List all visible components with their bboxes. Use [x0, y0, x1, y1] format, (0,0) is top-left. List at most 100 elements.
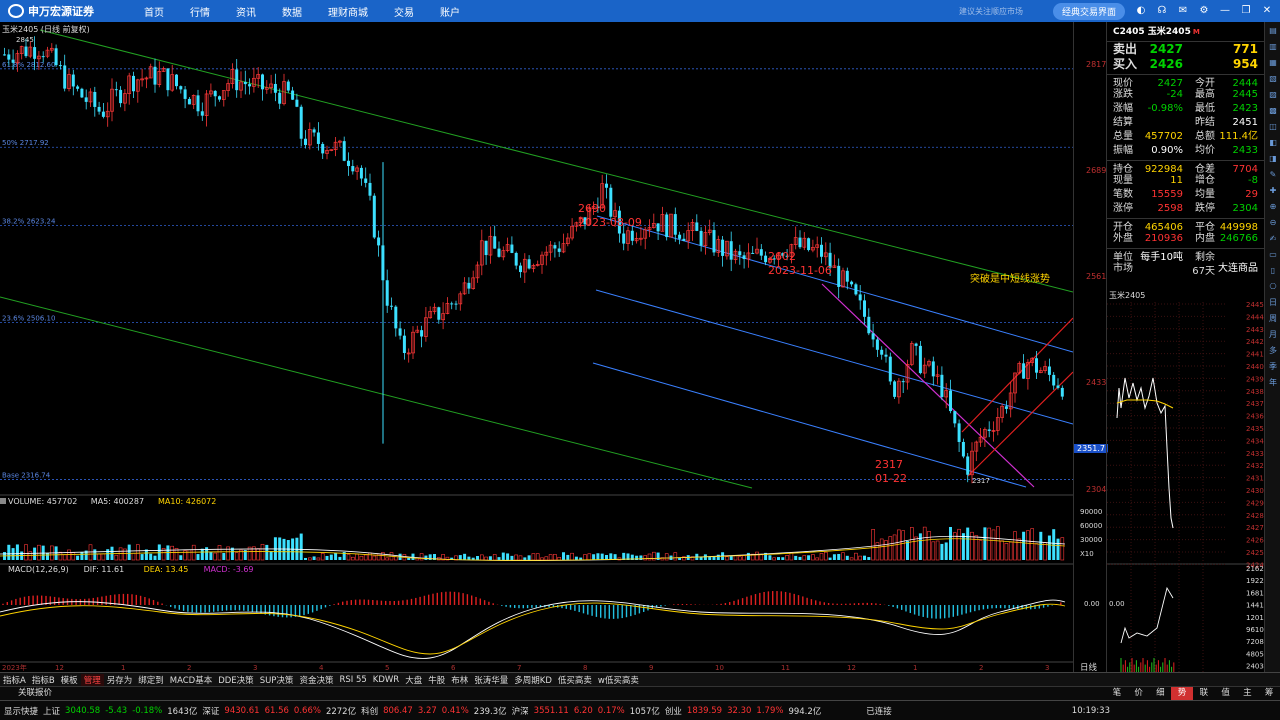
menu-item[interactable]: 资讯	[236, 4, 256, 19]
volume-bar	[350, 556, 355, 561]
quote-value: 15559	[1151, 189, 1183, 200]
candle-body	[742, 255, 746, 260]
mini-price-tick: 2436	[1246, 413, 1264, 421]
tool-icon[interactable]: ⊖	[1266, 216, 1280, 230]
indicator-tab[interactable]: KDWR	[370, 675, 402, 685]
indicator-tab[interactable]: 指标B	[29, 674, 58, 686]
indicator-tab[interactable]: MACD基本	[167, 674, 215, 686]
indicator-tab[interactable]: 绑定到	[135, 674, 167, 686]
indicator-tab[interactable]: DDE决策	[215, 674, 256, 686]
tool-icon[interactable]: ▥	[1266, 40, 1280, 54]
mini-price-tick: 2445	[1246, 301, 1264, 309]
tool-icon[interactable]: ▤	[1266, 24, 1280, 38]
candle-body	[80, 88, 84, 98]
volume-toggle-icon[interactable]	[0, 498, 6, 504]
indicator-tab[interactable]: 牛股	[425, 674, 448, 686]
indicator-tab[interactable]: 大盘	[402, 674, 425, 686]
mini-tab[interactable]: 细	[1150, 687, 1172, 700]
tool-icon[interactable]: ✚	[1266, 184, 1280, 198]
candle-body	[1004, 406, 1008, 409]
macd-header-dif: DIF: 11.61	[84, 565, 125, 574]
day-line-label[interactable]: 日线	[1080, 661, 1097, 673]
x-axis-label: 12	[847, 664, 856, 672]
mini-tab[interactable]: 联	[1193, 687, 1215, 700]
mini-price-tick: 2443	[1246, 326, 1264, 334]
kline-svg[interactable]: 61.8% 2812.60 50% 2717.92 38.2% 2623.24 23.…	[0, 22, 1074, 672]
skin-icon[interactable]: ◐	[1133, 4, 1149, 18]
x-axis-label: 12	[55, 664, 64, 672]
period-button[interactable]: 月	[1266, 328, 1280, 342]
headset-icon[interactable]: ☊	[1154, 4, 1170, 18]
classic-trade-button[interactable]: 经典交易界面	[1052, 2, 1125, 20]
indicator-tab[interactable]: 管理	[80, 673, 104, 686]
indicator-tab[interactable]: 资金决策	[296, 674, 336, 686]
related-quote-label: 关联报价	[18, 688, 53, 698]
mini-price-tick: 2434	[1246, 437, 1264, 445]
quote-value: 29	[1245, 189, 1258, 200]
volume-bar	[510, 555, 514, 560]
tool-icon[interactable]: ✎	[1266, 168, 1280, 182]
period-button[interactable]: 周	[1266, 312, 1280, 326]
menu-item[interactable]: 数据	[282, 4, 302, 19]
tool-icon[interactable]: ✍	[1266, 232, 1280, 246]
mini-tab[interactable]: 值	[1215, 687, 1237, 700]
tool-icon[interactable]: ◨	[1266, 152, 1280, 166]
indicator-tab[interactable]: RSI 55	[336, 675, 369, 685]
mini-chart-svg[interactable]: 玉米2405 2445 2444 2443 2442 2441 2440 2439 2438 24…	[1107, 288, 1268, 672]
period-button[interactable]: 日	[1266, 296, 1280, 310]
indicator-tab[interactable]: 低买高卖	[555, 674, 595, 686]
mini-tab[interactable]: 筹	[1258, 687, 1280, 700]
intraday-mini-chart[interactable]: 玉米2405 2445 2444 2443 2442 2441 2440 2439 2438 24…	[1106, 288, 1268, 672]
period-button[interactable]: 季	[1266, 360, 1280, 374]
tool-icon[interactable]: ◫	[1266, 120, 1280, 134]
mini-tab[interactable]: 势	[1171, 687, 1193, 700]
volume-bar	[123, 548, 127, 561]
tool-icon[interactable]: ▨	[1266, 88, 1280, 102]
trading-app: 申万宏源证券 首页 行情 资讯 数据 理财商城 交易 账户 建议关注顺应市场 经典交易界面 …	[0, 0, 1280, 720]
x-axis-label: 3	[1045, 664, 1049, 672]
indicator-tab[interactable]: SUP决策	[257, 674, 297, 686]
period-button[interactable]: 年	[1266, 376, 1280, 390]
tool-icon[interactable]: ⊕	[1266, 200, 1280, 214]
volume-bar	[393, 556, 398, 561]
tool-icon[interactable]: ▭	[1266, 248, 1280, 262]
indicator-tab[interactable]: 另存为	[104, 674, 136, 686]
volume-bar	[80, 552, 84, 560]
maximize-icon[interactable]: ❐	[1238, 4, 1254, 18]
period-button[interactable]: 多	[1266, 344, 1280, 358]
indicator-tab[interactable]: 模板	[58, 674, 81, 686]
menu-item[interactable]: 理财商城	[328, 4, 368, 19]
candle-body	[751, 252, 755, 254]
menu-item[interactable]: 账户	[440, 4, 460, 19]
indicator-tab[interactable]: w低买高卖	[595, 674, 642, 686]
tool-icon[interactable]: ◧	[1266, 136, 1280, 150]
volume-bar	[845, 555, 849, 560]
indicator-tab[interactable]: 多周期KD	[511, 674, 555, 686]
candle-body	[437, 307, 441, 320]
settings-icon[interactable]: ⚙	[1196, 4, 1212, 18]
quote-label: 笔数	[1113, 189, 1133, 200]
mini-tab[interactable]: 主	[1237, 687, 1259, 700]
close-icon[interactable]: ✕	[1259, 4, 1275, 18]
volume-bar	[574, 556, 578, 560]
minimize-icon[interactable]: —	[1217, 4, 1233, 18]
tool-icon[interactable]: ▯	[1266, 264, 1280, 278]
menu-item[interactable]: 交易	[394, 4, 414, 19]
menu-item[interactable]: 行情	[190, 4, 210, 19]
indicator-tab[interactable]: 张涛华量	[471, 674, 511, 686]
tool-icon[interactable]: ▩	[1266, 104, 1280, 118]
mail-icon[interactable]: ✉	[1175, 4, 1191, 18]
related-quote-bar[interactable]: 关联报价	[0, 686, 1106, 700]
main-kline-chart[interactable]: 61.8% 2812.60 50% 2717.92 38.2% 2623.24 23.…	[0, 22, 1074, 672]
mini-tab[interactable]: 笔	[1106, 687, 1128, 700]
tool-icon[interactable]: ▧	[1266, 72, 1280, 86]
shortcut-toggle[interactable]: 显示快捷	[4, 705, 38, 717]
mini-tab[interactable]: 价	[1128, 687, 1150, 700]
tool-icon[interactable]: ▦	[1266, 56, 1280, 70]
indicator-tab[interactable]: 指标A	[0, 674, 29, 686]
indicator-tab[interactable]: 布林	[448, 674, 471, 686]
x-axis-label: 8	[583, 664, 587, 672]
menu-item[interactable]: 首页	[144, 4, 164, 19]
tool-icon[interactable]: ⎔	[1266, 280, 1280, 294]
candle-body	[850, 281, 854, 285]
